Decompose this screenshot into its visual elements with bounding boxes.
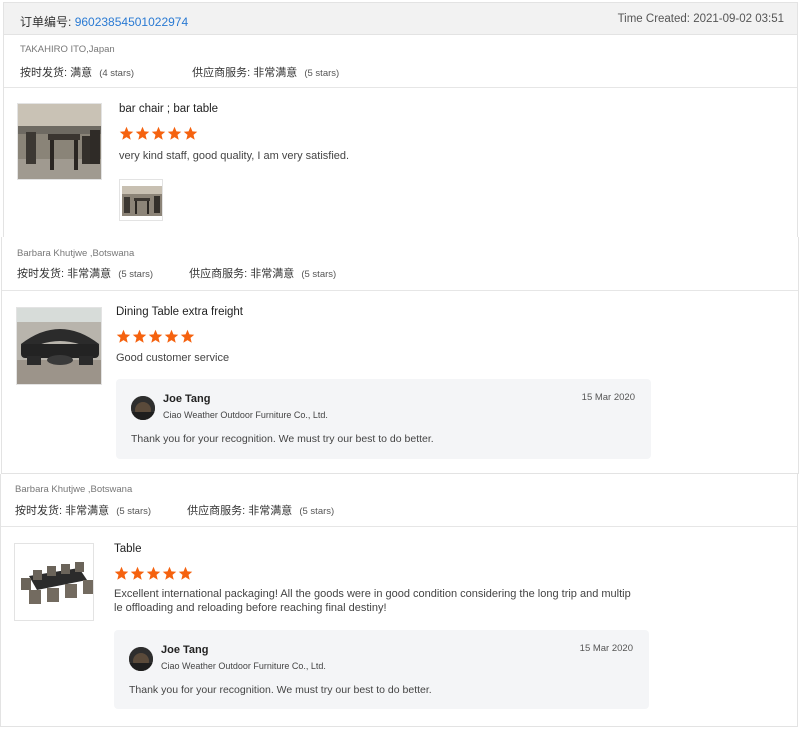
star-icon <box>148 329 163 343</box>
reply-text: Thank you for your recognition. We must … <box>129 684 432 696</box>
delivery-value: 非常满意 <box>67 268 112 280</box>
service-value: 非常满意 <box>248 505 293 517</box>
product-thumbnail[interactable] <box>16 307 102 385</box>
star-icon <box>164 329 179 343</box>
review-comment: very kind staff, good quality, I am very… <box>119 150 350 162</box>
review-comment: Good customer service <box>116 352 230 364</box>
time-created: Time Created: 2021-09-02 03:51 <box>617 13 784 25</box>
product-title[interactable]: Dining Table extra freight <box>116 306 243 318</box>
service-label: 供应商服务: <box>187 505 246 517</box>
star-rating <box>116 329 195 344</box>
reply-date: 15 Mar 2020 <box>579 643 633 654</box>
divider <box>1 526 797 527</box>
delivery-stars-note: (5 stars) <box>118 269 154 280</box>
star-icon <box>183 126 198 140</box>
buyer-name: Barbara Khutjwe ,Botswana <box>15 484 133 495</box>
order-number-link[interactable]: 96023854501022974 <box>75 15 188 29</box>
service-stars-note: (5 stars) <box>301 269 337 280</box>
star-icon <box>180 329 195 343</box>
review-card-1: 订单编号: 96023854501022974 Time Created: 20… <box>3 2 798 238</box>
avatar-icon <box>129 647 153 671</box>
buyer-name: Barbara Khutjwe ,Botswana <box>17 248 135 259</box>
divider <box>2 290 798 291</box>
supplier-ratings: 按时发货: 非常满意 (5 stars) 供应商服务: 非常满意 (5 star… <box>17 265 336 281</box>
star-icon <box>167 126 182 140</box>
review-comment: Excellent international packaging! All t… <box>114 587 631 615</box>
star-icon <box>132 329 147 343</box>
avatar-icon <box>131 396 155 420</box>
reply-author: Joe Tang <box>161 644 209 656</box>
supplier-ratings: 按时发货: 非常满意 (5 stars) 供应商服务: 非常满意 (5 star… <box>15 502 334 518</box>
delivery-value: 满意 <box>70 67 93 79</box>
review-card-2: Barbara Khutjwe ,Botswana 按时发货: 非常满意 (5 … <box>1 237 799 474</box>
delivery-label: 按时发货: <box>20 67 68 79</box>
supplier-reply: Joe Tang Ciao Weather Outdoor Furniture … <box>114 630 649 709</box>
service-stars-note: (5 stars) <box>304 68 340 79</box>
delivery-label: 按时发货: <box>15 505 63 517</box>
product-title[interactable]: bar chair ; bar table <box>119 103 218 115</box>
divider <box>4 87 797 88</box>
star-icon <box>130 566 145 580</box>
delivery-label: 按时发货: <box>17 268 65 280</box>
star-icon <box>119 126 134 140</box>
star-icon <box>146 566 161 580</box>
buyer-name: TAKAHIRO ITO,Japan <box>20 44 115 55</box>
reply-company: Ciao Weather Outdoor Furniture Co., Ltd. <box>161 661 326 671</box>
star-icon <box>162 566 177 580</box>
product-thumbnail[interactable] <box>17 103 102 180</box>
review-comment-line: le offloading and reloading before reach… <box>114 602 387 614</box>
star-rating <box>114 566 193 581</box>
product-title[interactable]: Table <box>114 543 142 555</box>
reply-text: Thank you for your recognition. We must … <box>131 433 434 445</box>
star-icon <box>178 566 193 580</box>
product-thumbnail[interactable] <box>14 543 94 621</box>
order-header: 订单编号: 96023854501022974 Time Created: 20… <box>4 3 797 35</box>
delivery-value: 非常满意 <box>65 505 110 517</box>
service-stars-note: (5 stars) <box>299 506 335 517</box>
star-icon <box>135 126 150 140</box>
supplier-reply: Joe Tang Ciao Weather Outdoor Furniture … <box>116 379 651 459</box>
star-icon <box>151 126 166 140</box>
service-label: 供应商服务: <box>192 67 251 79</box>
star-icon <box>114 566 129 580</box>
reply-date: 15 Mar 2020 <box>581 392 635 403</box>
review-photo[interactable] <box>119 179 163 221</box>
supplier-ratings: 按时发货: 满意 (4 stars) 供应商服务: 非常满意 (5 stars) <box>20 64 339 80</box>
service-value: 非常满意 <box>253 67 298 79</box>
review-comment-line: Excellent international packaging! All t… <box>114 588 631 600</box>
review-card-3: Barbara Khutjwe ,Botswana 按时发货: 非常满意 (5 … <box>0 474 798 727</box>
order-number-label: 订单编号: <box>20 15 72 29</box>
service-value: 非常满意 <box>250 268 295 280</box>
star-icon <box>116 329 131 343</box>
service-label: 供应商服务: <box>189 268 248 280</box>
delivery-stars-note: (5 stars) <box>116 506 152 517</box>
delivery-stars-note: (4 stars) <box>99 68 135 79</box>
reply-author: Joe Tang <box>163 393 211 405</box>
order-number-row: 订单编号: 96023854501022974 <box>20 13 188 30</box>
reply-company: Ciao Weather Outdoor Furniture Co., Ltd. <box>163 410 328 420</box>
star-rating <box>119 126 198 141</box>
